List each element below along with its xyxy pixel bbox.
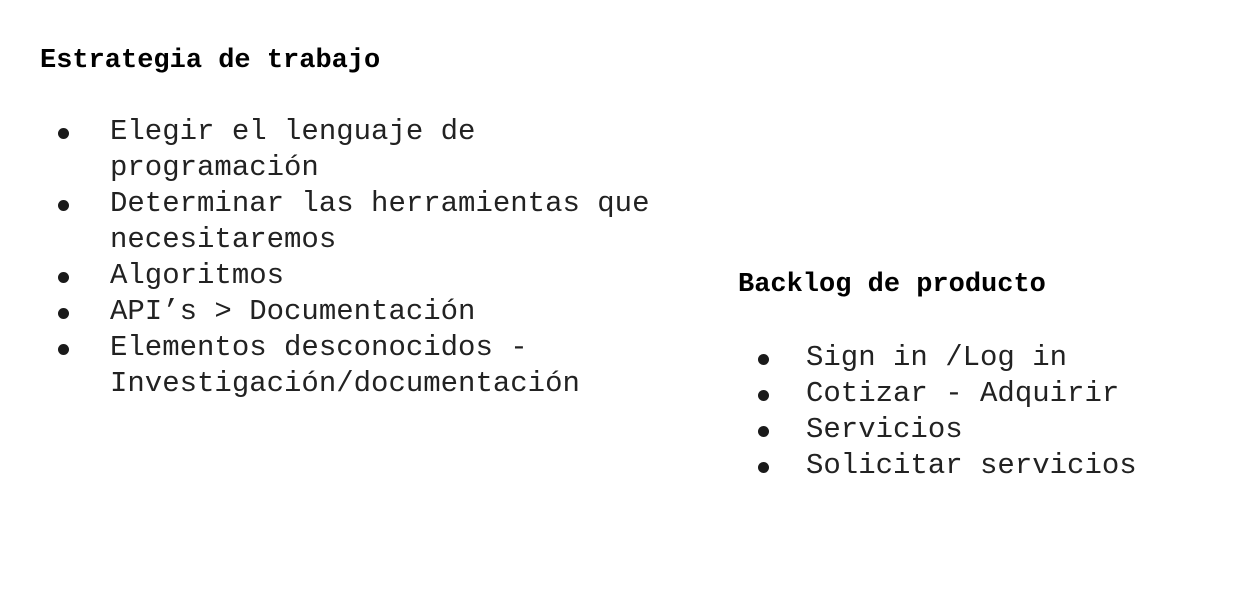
bullet-icon <box>758 390 769 401</box>
list-item-text: Elementos desconocidos - Investigación/d… <box>110 331 580 400</box>
bullet-icon <box>58 272 69 283</box>
list-item-text: Servicios <box>806 413 963 446</box>
bullet-icon <box>758 354 769 365</box>
bullet-icon <box>58 200 69 211</box>
list-item-text: Sign in /Log in <box>806 341 1068 374</box>
list-item: Elementos desconocidos - Investigación/d… <box>40 330 690 402</box>
bullet-icon <box>58 344 69 355</box>
list-item: Servicios <box>738 412 1238 448</box>
backlog-section: Backlog de producto Sign in /Log in Coti… <box>738 264 1238 484</box>
list-item-text: Cotizar - Adquirir <box>806 377 1120 410</box>
list-item: Cotizar - Adquirir <box>738 376 1238 412</box>
list-item: Solicitar servicios <box>738 448 1238 484</box>
list-item-text: Elegir el lenguaje de programación <box>110 115 493 184</box>
strategy-heading: Estrategia de trabajo <box>40 46 381 76</box>
bullet-icon <box>758 462 769 473</box>
list-item: Sign in /Log in <box>738 340 1238 376</box>
bullet-icon <box>58 128 69 139</box>
list-item-text: API’s > Documentación <box>110 295 476 328</box>
list-item: Elegir el lenguaje de programación <box>40 114 690 186</box>
list-item-text: Algoritmos <box>110 259 285 292</box>
strategy-section: Estrategia de trabajo Elegir el lenguaje… <box>40 40 700 402</box>
backlog-heading: Backlog de producto <box>738 270 1046 300</box>
bullet-icon <box>58 308 69 319</box>
list-item: API’s > Documentación <box>40 294 690 330</box>
list-item: Algoritmos <box>40 258 690 294</box>
strategy-list: Elegir el lenguaje de programación Deter… <box>40 114 700 402</box>
bullet-icon <box>758 426 769 437</box>
list-item-text: Solicitar servicios <box>806 449 1137 482</box>
list-item: Determinar las herramientas que necesita… <box>40 186 690 258</box>
list-item-text: Determinar las herramientas que necesita… <box>110 187 667 256</box>
backlog-list: Sign in /Log in Cotizar - Adquirir Servi… <box>738 340 1238 484</box>
